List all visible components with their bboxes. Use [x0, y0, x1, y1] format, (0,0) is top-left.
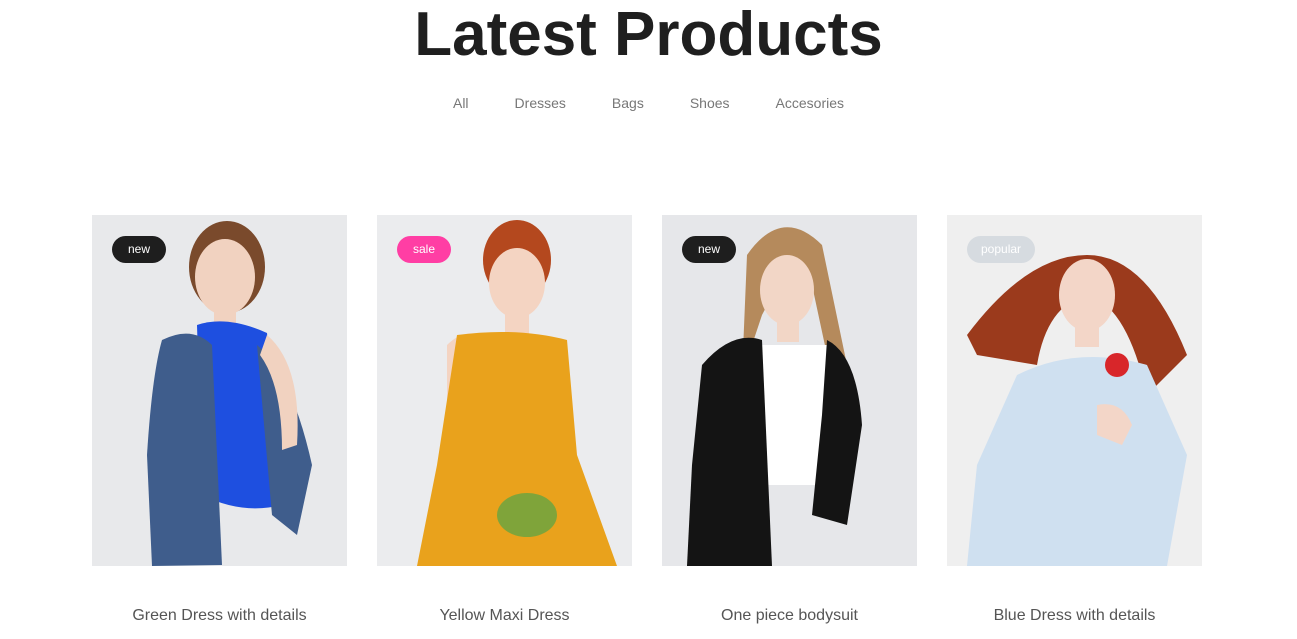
filter-tab-dresses[interactable]: Dresses: [492, 94, 589, 112]
product-card[interactable]: new Green Dress with details: [92, 215, 347, 625]
product-card[interactable]: popular Blue Dress with details: [947, 215, 1202, 625]
model-photo: [662, 215, 917, 566]
page-title: Latest Products: [414, 0, 883, 69]
product-badge: popular: [967, 236, 1036, 263]
model-photo: [92, 215, 347, 566]
category-filter-nav: All Dresses Bags Shoes Accesories: [0, 94, 1297, 112]
filter-tab-shoes[interactable]: Shoes: [667, 94, 753, 112]
product-badge: new: [682, 236, 736, 263]
product-image[interactable]: sale: [377, 215, 632, 566]
filter-tab-bags[interactable]: Bags: [589, 94, 667, 112]
filter-tab-accesories[interactable]: Accesories: [753, 94, 867, 112]
product-image[interactable]: new: [92, 215, 347, 566]
product-card[interactable]: sale Yellow Maxi Dress: [377, 215, 632, 625]
model-photo: [377, 215, 632, 566]
product-grid: new Green Dress with details sale Yellow…: [92, 215, 1202, 625]
product-title[interactable]: One piece bodysuit: [662, 607, 917, 625]
product-badge: sale: [397, 236, 451, 263]
product-badge: new: [112, 236, 166, 263]
product-title[interactable]: Blue Dress with details: [947, 607, 1202, 625]
product-image[interactable]: new: [662, 215, 917, 566]
filter-tab-all[interactable]: All: [430, 94, 492, 112]
product-image[interactable]: popular: [947, 215, 1202, 566]
model-photo: [947, 215, 1202, 566]
product-title[interactable]: Green Dress with details: [92, 607, 347, 625]
product-title[interactable]: Yellow Maxi Dress: [377, 607, 632, 625]
product-card[interactable]: new One piece bodysuit: [662, 215, 917, 625]
